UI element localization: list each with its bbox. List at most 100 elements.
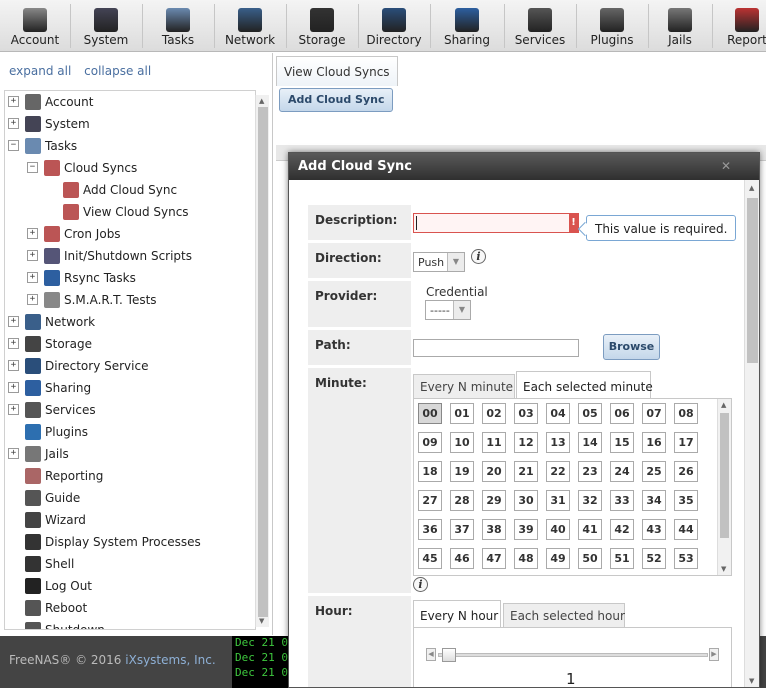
expand-icon[interactable]: + — [8, 448, 19, 459]
expand-icon[interactable]: + — [8, 316, 19, 327]
toolbar-button-services[interactable]: Services — [504, 0, 576, 52]
nav-item-services[interactable]: + Services — [5, 400, 255, 420]
tab-each-selected-hour[interactable]: Each selected hour — [503, 603, 625, 628]
minute-03-button[interactable]: 03 — [514, 403, 538, 424]
expand-icon[interactable]: + — [8, 382, 19, 393]
nav-item-guide[interactable]: Guide — [5, 488, 255, 508]
minute-45-button[interactable]: 45 — [418, 548, 442, 569]
scroll-up-arrow-icon[interactable]: ▲ — [749, 184, 754, 192]
nav-item-view-cloud-syncs[interactable]: View Cloud Syncs — [5, 202, 255, 222]
minute-47-button[interactable]: 47 — [482, 548, 506, 569]
minute-30-button[interactable]: 30 — [514, 490, 538, 511]
nav-item-plugins[interactable]: Plugins — [5, 422, 255, 442]
nav-item-display-system-processes[interactable]: Display System Processes — [5, 532, 255, 552]
minute-53-button[interactable]: 53 — [674, 548, 698, 569]
minute-22-button[interactable]: 22 — [546, 461, 570, 482]
minute-20-button[interactable]: 20 — [482, 461, 506, 482]
nav-item-tasks[interactable]: − Tasks — [5, 136, 255, 156]
minute-scrollbar[interactable]: ▲ ▼ — [717, 399, 731, 575]
toolbar-button-jails[interactable]: Jails — [648, 0, 712, 52]
toolbar-button-directory[interactable]: Directory — [358, 0, 430, 52]
scroll-down-arrow-icon[interactable]: ▼ — [721, 565, 726, 573]
minute-36-button[interactable]: 36 — [418, 519, 442, 540]
minute-15-button[interactable]: 15 — [610, 432, 634, 453]
minute-10-button[interactable]: 10 — [450, 432, 474, 453]
tab-each-selected-minute[interactable]: Each selected minute — [516, 371, 653, 399]
minute-14-button[interactable]: 14 — [578, 432, 602, 453]
expand-icon[interactable]: + — [8, 338, 19, 349]
nav-item-storage[interactable]: + Storage — [5, 334, 255, 354]
minute-05-button[interactable]: 05 — [578, 403, 602, 424]
minute-18-button[interactable]: 18 — [418, 461, 442, 482]
minute-50-button[interactable]: 50 — [578, 548, 602, 569]
minute-24-button[interactable]: 24 — [610, 461, 634, 482]
minute-02-button[interactable]: 02 — [482, 403, 506, 424]
toolbar-button-plugins[interactable]: Plugins — [576, 0, 648, 52]
toolbar-button-tasks[interactable]: Tasks — [142, 0, 214, 52]
minute-38-button[interactable]: 38 — [482, 519, 506, 540]
nav-item-wizard[interactable]: Wizard — [5, 510, 255, 530]
nav-item-rsync-tasks[interactable]: + Rsync Tasks — [5, 268, 255, 288]
expand-icon[interactable]: + — [8, 404, 19, 415]
info-icon[interactable]: i — [413, 577, 428, 592]
dialog-scrollbar-thumb[interactable] — [747, 198, 758, 363]
minute-01-button[interactable]: 01 — [450, 403, 474, 424]
minute-26-button[interactable]: 26 — [674, 461, 698, 482]
minute-09-button[interactable]: 09 — [418, 432, 442, 453]
minute-40-button[interactable]: 40 — [546, 519, 570, 540]
minute-06-button[interactable]: 06 — [610, 403, 634, 424]
expand-icon[interactable]: + — [27, 228, 38, 239]
nav-item-log-out[interactable]: Log Out — [5, 576, 255, 596]
minute-19-button[interactable]: 19 — [450, 461, 474, 482]
hour-slider-handle[interactable] — [442, 648, 456, 662]
browse-button[interactable]: Browse — [603, 334, 660, 360]
toolbar-button-sharing[interactable]: Sharing — [430, 0, 504, 52]
minute-48-button[interactable]: 48 — [514, 548, 538, 569]
minute-00-button[interactable]: 00 — [418, 403, 442, 424]
dialog-scrollbar[interactable]: ▲ ▼ — [744, 180, 759, 687]
close-icon[interactable]: ✕ — [721, 159, 731, 173]
nav-item-add-cloud-sync[interactable]: Add Cloud Sync — [5, 180, 255, 200]
slider-left-arrow-icon[interactable]: ◀ — [426, 648, 436, 661]
minute-44-button[interactable]: 44 — [674, 519, 698, 540]
minute-27-button[interactable]: 27 — [418, 490, 442, 511]
minute-07-button[interactable]: 07 — [642, 403, 666, 424]
nav-item-cron-jobs[interactable]: + Cron Jobs — [5, 224, 255, 244]
minute-scrollbar-thumb[interactable] — [720, 413, 729, 538]
minute-29-button[interactable]: 29 — [482, 490, 506, 511]
toolbar-button-account[interactable]: Account — [0, 0, 70, 52]
minute-08-button[interactable]: 08 — [674, 403, 698, 424]
minute-52-button[interactable]: 52 — [642, 548, 666, 569]
tab-every-n-minute[interactable]: Every N minute — [413, 374, 515, 399]
nav-scrollbar-thumb[interactable] — [258, 107, 268, 617]
expand-icon[interactable]: + — [8, 360, 19, 371]
expand-icon[interactable]: + — [8, 96, 19, 107]
credential-select[interactable]: ----- ▼ — [425, 300, 471, 320]
minute-43-button[interactable]: 43 — [642, 519, 666, 540]
scroll-down-arrow-icon[interactable]: ▼ — [749, 677, 754, 685]
minute-04-button[interactable]: 04 — [546, 403, 570, 424]
minute-34-button[interactable]: 34 — [642, 490, 666, 511]
minute-31-button[interactable]: 31 — [546, 490, 570, 511]
collapse-icon[interactable]: − — [27, 162, 38, 173]
description-input[interactable]: ! — [413, 213, 579, 233]
minute-17-button[interactable]: 17 — [674, 432, 698, 453]
minute-11-button[interactable]: 11 — [482, 432, 506, 453]
toolbar-button-network[interactable]: Network — [214, 0, 286, 52]
nav-item-directory-service[interactable]: + Directory Service — [5, 356, 255, 376]
nav-item-s-m-a-r-t-tests[interactable]: + S.M.A.R.T. Tests — [5, 290, 255, 310]
minute-23-button[interactable]: 23 — [578, 461, 602, 482]
minute-25-button[interactable]: 25 — [642, 461, 666, 482]
scroll-down-arrow-icon[interactable]: ▼ — [259, 617, 264, 625]
info-icon[interactable]: i — [471, 249, 486, 264]
expand-all-link[interactable]: expand all — [9, 64, 71, 78]
nav-item-account[interactable]: + Account — [5, 92, 255, 112]
minute-13-button[interactable]: 13 — [546, 432, 570, 453]
nav-item-network[interactable]: + Network — [5, 312, 255, 332]
toolbar-button-report[interactable]: Report — [712, 0, 766, 52]
slider-right-arrow-icon[interactable]: ▶ — [709, 648, 719, 661]
nav-item-sharing[interactable]: + Sharing — [5, 378, 255, 398]
collapse-icon[interactable]: − — [8, 140, 19, 151]
nav-item-reporting[interactable]: Reporting — [5, 466, 255, 486]
path-input[interactable] — [413, 339, 579, 357]
